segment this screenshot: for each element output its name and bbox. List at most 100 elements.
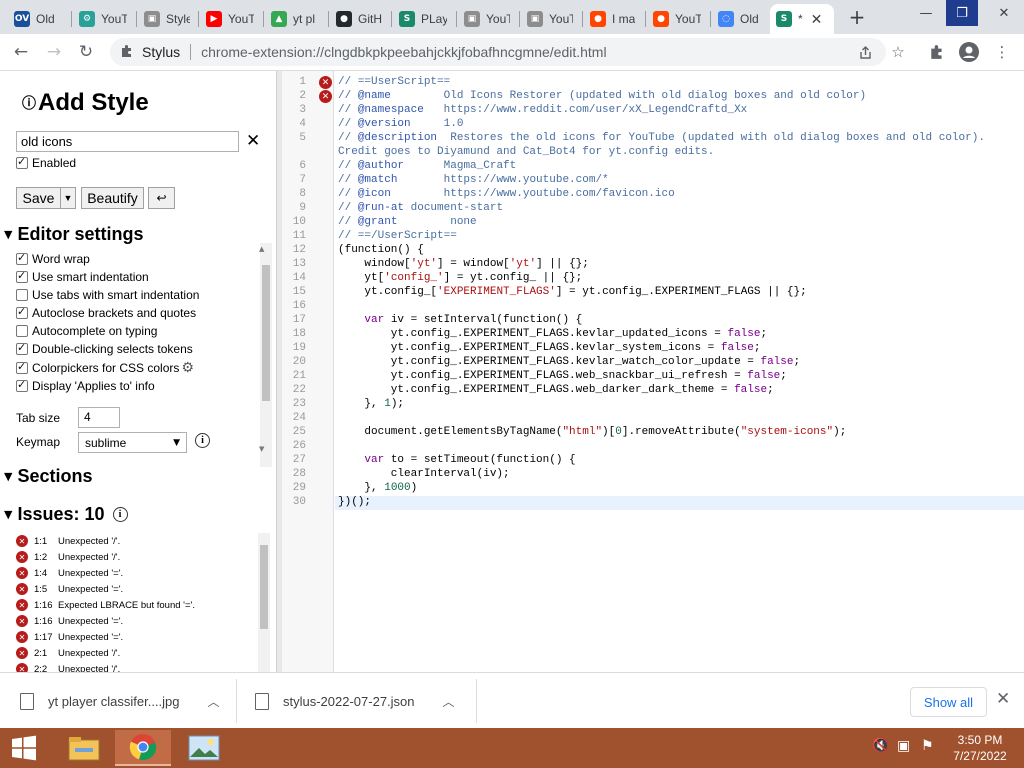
option-checkbox[interactable]	[16, 341, 28, 355]
minimize-button[interactable]: —	[910, 0, 942, 26]
editor-option[interactable]: Double-clicking selects tokens	[16, 341, 193, 356]
keymap-select[interactable]: sublime ▼	[78, 432, 187, 453]
option-checkbox[interactable]	[16, 325, 28, 337]
save-button[interactable]: Save	[16, 187, 61, 209]
chevron-up-icon[interactable]: ︿	[208, 693, 220, 710]
share-icon[interactable]	[854, 38, 876, 66]
issues-header[interactable]: ▼ Issues: 10 i	[4, 504, 128, 525]
action-center-icon[interactable]: ⚑	[921, 738, 934, 754]
issue-item[interactable]: ✕ 1:1 Unexpected '/'.	[16, 533, 256, 549]
line-number: 13	[292, 258, 306, 270]
sidebar-scrollbar[interactable]	[260, 243, 272, 467]
save-dropdown-button[interactable]: ▼	[60, 187, 76, 209]
issue-item[interactable]: ✕ 1:16 Expected LBRACE but found '='.	[16, 597, 256, 613]
browser-tab[interactable]: ⚙ YouT	[73, 4, 133, 34]
browser-tab[interactable]: ◌ Old	[712, 4, 764, 34]
browser-tab[interactable]: ▣ Style	[138, 4, 196, 34]
browser-tab[interactable]: ▲ yt pl	[265, 4, 325, 34]
scrollbar-thumb[interactable]	[262, 265, 270, 401]
editor-option[interactable]: Colorpickers for CSS colors⚙	[16, 360, 194, 376]
beautify-button[interactable]: Beautify	[81, 187, 144, 209]
system-clock[interactable]: 3:50 PM 7/27/2022	[940, 732, 1020, 764]
issue-item[interactable]: ✕ 2:2 Unexpected '/'.	[16, 661, 256, 672]
browser-tab[interactable]: ● YouT	[647, 4, 707, 34]
scroll-up-arrow-icon[interactable]: ▲	[259, 245, 264, 253]
issue-item[interactable]: ✕ 1:2 Unexpected '/'.	[16, 549, 256, 565]
enabled-toggle[interactable]: Enabled	[16, 155, 76, 170]
editor-option[interactable]: Display 'Applies to' info	[16, 378, 155, 393]
issue-item[interactable]: ✕ 1:5 Unexpected '='.	[16, 581, 256, 597]
forward-button[interactable]: →	[41, 39, 67, 65]
taskbar-photos[interactable]	[176, 730, 232, 766]
issues-scrollbar[interactable]	[258, 533, 270, 672]
address-bar[interactable]: Stylus chrome-extension://clngdbkpkpeeba…	[110, 38, 886, 66]
scroll-down-arrow-icon[interactable]: ▼	[259, 445, 264, 453]
undo-button[interactable]: ↩	[148, 187, 175, 209]
editor-option[interactable]: Autocomplete on typing	[16, 324, 157, 338]
issue-item[interactable]: ✕ 2:1 Unexpected '/'.	[16, 645, 256, 661]
close-downloads-icon[interactable]: ✕	[996, 689, 1010, 709]
taskbar-file-explorer[interactable]	[56, 730, 112, 766]
browser-tab[interactable]: ▣ YouT	[458, 4, 516, 34]
option-checkbox[interactable]	[16, 360, 28, 374]
browser-menu-icon[interactable]: ⋮	[991, 38, 1013, 66]
editor-settings-header[interactable]: ▼ Editor settings	[4, 224, 143, 245]
sections-header[interactable]: ▼ Sections	[4, 466, 93, 487]
new-tab-button[interactable]: +	[845, 6, 869, 30]
bookmark-star-icon[interactable]: ☆	[887, 38, 909, 66]
browser-tab[interactable]: ▶ YouT	[200, 4, 260, 34]
info-icon[interactable]: ⓘ	[22, 93, 36, 113]
tab-title: *	[798, 12, 803, 26]
code-token: @namespace	[357, 104, 424, 116]
extensions-icon[interactable]	[926, 38, 948, 66]
code-line: // ==UserScript==	[338, 75, 450, 89]
profile-avatar-icon[interactable]	[958, 38, 980, 66]
issue-item[interactable]: ✕ 1:17 Unexpected '='.	[16, 629, 256, 645]
download-item-jpg[interactable]: yt player classifer....jpg ︿	[20, 673, 220, 729]
network-icon[interactable]: ▣	[897, 738, 910, 754]
enabled-checkbox[interactable]	[16, 155, 28, 169]
option-checkbox[interactable]	[16, 251, 28, 265]
option-checkbox[interactable]	[16, 305, 28, 319]
editor-option[interactable]: Autoclose brackets and quotes	[16, 305, 196, 320]
editor-option[interactable]: Word wrap	[16, 251, 90, 266]
close-tab-icon[interactable]: ✕	[811, 11, 823, 28]
keymap-info-icon[interactable]: i	[195, 433, 210, 448]
style-name-input[interactable]: old icons	[16, 131, 239, 152]
browser-tab[interactable]: ● GitH	[330, 4, 388, 34]
close-window-button[interactable]: ✕	[988, 0, 1020, 26]
issues-info-icon[interactable]: i	[112, 507, 128, 522]
browser-tab[interactable]: S * ✕	[770, 4, 834, 34]
option-checkbox[interactable]	[16, 269, 28, 283]
editor-option[interactable]: Use smart indentation	[16, 269, 149, 284]
downloads-bar: yt player classifer....jpg ︿ stylus-2022…	[0, 672, 1024, 728]
browser-tab[interactable]: OV Old	[8, 4, 68, 34]
volume-muted-icon[interactable]: 🔇	[872, 738, 889, 754]
editor-option[interactable]: Use tabs with smart indentation	[16, 288, 199, 302]
browser-tab[interactable]: S PLay	[393, 4, 453, 34]
chevron-up-icon[interactable]: ︿	[443, 693, 455, 710]
show-all-button[interactable]: Show all	[910, 687, 987, 717]
scrollbar-thumb[interactable]	[260, 545, 268, 629]
line-number: 20	[292, 356, 306, 368]
code-token: window[	[338, 258, 411, 270]
gear-icon[interactable]: ⚙	[181, 360, 194, 376]
issue-item[interactable]: ✕ 1:4 Unexpected '='.	[16, 565, 256, 581]
tab-size-input[interactable]: 4	[78, 407, 120, 428]
start-button[interactable]	[0, 730, 48, 766]
taskbar-chrome[interactable]	[115, 730, 171, 766]
download-item-json[interactable]: stylus-2022-07-27.json ︿	[255, 673, 455, 729]
back-button[interactable]: ←	[8, 39, 34, 65]
browser-tab[interactable]: ● I ma	[584, 4, 642, 34]
issue-item[interactable]: ✕ 1:16 Unexpected '='.	[16, 613, 256, 629]
lint-error-icon[interactable]: ✕	[319, 76, 332, 89]
code-editor[interactable]: 1 2 3 4 5 6 7 8 9 10 11 12 13 14 15 16 17 18 19 20 21 22 23 24 2…	[282, 71, 1024, 672]
code-line: // @author Magma_Craft	[338, 159, 516, 173]
browser-tab[interactable]: ▣ YouT	[521, 4, 579, 34]
reload-button[interactable]: ↻	[73, 39, 99, 65]
option-checkbox[interactable]	[16, 378, 28, 392]
option-checkbox[interactable]	[16, 289, 28, 301]
maximize-button[interactable]: ❐	[946, 0, 978, 26]
clear-name-icon[interactable]: ✕	[246, 131, 260, 151]
lint-error-icon[interactable]: ✕	[319, 90, 332, 103]
